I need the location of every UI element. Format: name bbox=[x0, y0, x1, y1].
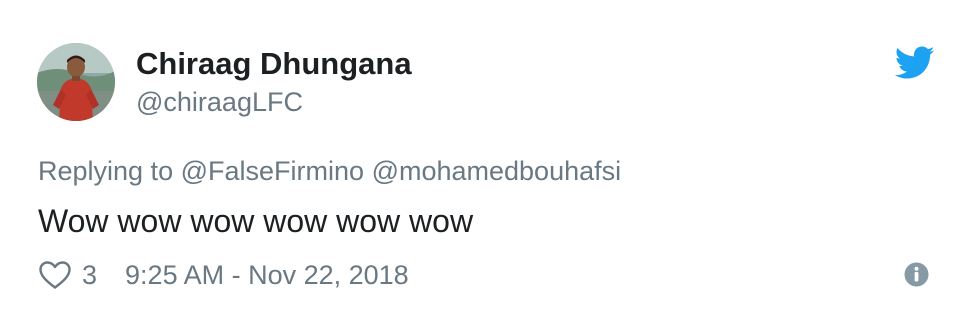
twitter-bird-icon[interactable] bbox=[895, 46, 935, 80]
avatar-photo bbox=[37, 43, 115, 121]
reply-context: Replying to @FalseFirmino @mohamedbouhaf… bbox=[38, 156, 621, 187]
like-count: 3 bbox=[82, 259, 98, 290]
tweet-timestamp[interactable]: 9:25 AM - Nov 22, 2018 bbox=[125, 260, 409, 291]
heart-outline-icon bbox=[39, 261, 71, 289]
author-name[interactable]: Chiraag Dhungana bbox=[136, 46, 412, 82]
mention-link[interactable]: @FalseFirmino bbox=[181, 156, 364, 186]
embedded-tweet: Chiraag Dhungana @chiraagLFC Replying to… bbox=[0, 0, 977, 316]
avatar[interactable] bbox=[37, 43, 115, 121]
info-circle-icon[interactable] bbox=[904, 262, 929, 287]
like-button[interactable]: 3 bbox=[38, 260, 97, 291]
reply-prefix: Replying to bbox=[38, 156, 174, 186]
author-handle[interactable]: @chiraagLFC bbox=[136, 87, 303, 118]
tweet-footer: 3 9:25 AM - Nov 22, 2018 bbox=[38, 256, 409, 294]
tweet-text: Wow wow wow wow wow wow bbox=[38, 203, 474, 239]
mention-link[interactable]: @mohamedbouhafsi bbox=[372, 156, 622, 186]
